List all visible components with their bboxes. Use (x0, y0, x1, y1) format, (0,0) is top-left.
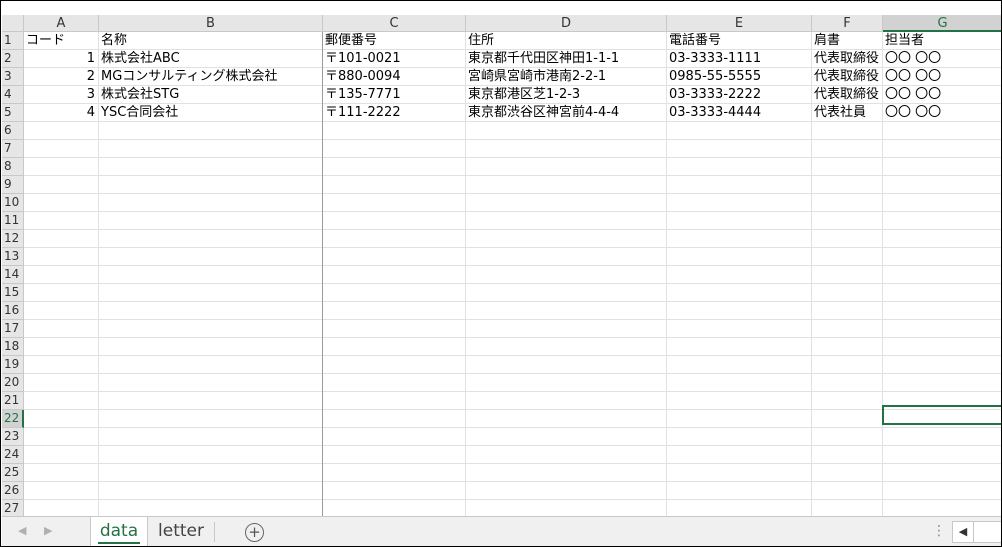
sheet-tab-letter[interactable]: letter (150, 517, 212, 546)
cell-f2[interactable]: 代表取締役 (812, 50, 882, 68)
cell-f5[interactable]: 代表社員 (812, 104, 882, 122)
column-header-e[interactable]: E (667, 15, 812, 32)
cell-d4[interactable]: 東京都港区芝1-2-3 (466, 86, 666, 104)
cell-c4[interactable]: 〒135-7771 (323, 86, 465, 104)
cell-g4[interactable]: 〇〇 〇〇 (883, 86, 1001, 104)
row-header[interactable]: 25 (2, 464, 24, 482)
row-header[interactable]: 15 (2, 284, 24, 302)
cell-d2[interactable]: 東京都千代田区神田1-1-1 (466, 50, 666, 68)
row-header[interactable]: 10 (2, 194, 24, 212)
cell-b4[interactable]: 株式会社STG (99, 86, 322, 104)
row-header[interactable]: 14 (2, 266, 24, 284)
cell-b2[interactable]: 株式会社ABC (99, 50, 322, 68)
cell-f4[interactable]: 代表取締役 (812, 86, 882, 104)
cell-a4[interactable]: 3 (24, 86, 98, 104)
row-header[interactable]: 18 (2, 338, 24, 356)
row-header[interactable]: 6 (2, 122, 24, 140)
row-header[interactable]: 19 (2, 356, 24, 374)
row-header[interactable]: 1 (2, 32, 24, 50)
cell-g3[interactable]: 〇〇 〇〇 (883, 68, 1001, 86)
row-header[interactable]: 13 (2, 248, 24, 266)
column-header-c[interactable]: C (323, 15, 466, 32)
cell-e1[interactable]: 電話番号 (667, 32, 811, 50)
column-header-g[interactable]: G (883, 15, 1001, 32)
row-header[interactable]: 23 (2, 428, 24, 446)
cell-d1[interactable]: 住所 (466, 32, 666, 50)
cell-a2[interactable]: 1 (24, 50, 98, 68)
cell-c1[interactable]: 郵便番号 (323, 32, 465, 50)
cell-b5[interactable]: YSC合同会社 (99, 104, 322, 122)
cell-a1[interactable]: コード (24, 32, 98, 50)
cell-e5[interactable]: 03-3333-4444 (667, 104, 811, 122)
cell-a5[interactable]: 4 (24, 104, 98, 122)
cell-a3[interactable]: 2 (24, 68, 98, 86)
cell-e2[interactable]: 03-3333-1111 (667, 50, 811, 68)
cell-c5[interactable]: 〒111-2222 (323, 104, 465, 122)
active-cell-selection[interactable] (882, 405, 1001, 425)
cell-g2[interactable]: 〇〇 〇〇 (883, 50, 1001, 68)
row-header[interactable]: 2 (2, 50, 24, 68)
cell-e4[interactable]: 03-3333-2222 (667, 86, 811, 104)
cell-g1[interactable]: 担当者 (883, 32, 1001, 50)
row-header-selected[interactable]: 22 (2, 410, 24, 428)
cell-c3[interactable]: 〒880-0094 (323, 68, 465, 86)
row-header[interactable]: 26 (2, 482, 24, 500)
select-all-corner[interactable] (2, 15, 24, 32)
cell-grid[interactable]: コード 名称 郵便番号 住所 電話番号 肩書 担当者 1 株式会社ABC 〒10… (24, 32, 1001, 516)
cell-c2[interactable]: 〒101-0021 (323, 50, 465, 68)
row-header[interactable]: 24 (2, 446, 24, 464)
row-header[interactable]: 4 (2, 86, 24, 104)
column-header-b[interactable]: B (99, 15, 323, 32)
cell-f1[interactable]: 肩書 (812, 32, 882, 50)
cell-d3[interactable]: 宮崎県宮崎市港南2-2-1 (466, 68, 666, 86)
add-sheet-icon[interactable]: + (245, 523, 264, 542)
cell-d5[interactable]: 東京都渋谷区神宮前4-4-4 (466, 104, 666, 122)
row-header[interactable]: 9 (2, 176, 24, 194)
row-header[interactable]: 5 (2, 104, 24, 122)
row-header[interactable]: 11 (2, 212, 24, 230)
row-header[interactable]: 21 (2, 392, 24, 410)
sheet-tab-data-label: data (97, 521, 141, 544)
sheet-tab-bar: ◀ ▶ data letter + ⋮ ◀ (2, 516, 1001, 546)
cell-b1[interactable]: 名称 (99, 32, 322, 50)
row-header[interactable]: 12 (2, 230, 24, 248)
row-header[interactable]: 7 (2, 140, 24, 158)
cell-e3[interactable]: 0985-55-5555 (667, 68, 811, 86)
next-sheet-icon[interactable]: ▶ (44, 524, 52, 537)
column-header-a[interactable]: A (24, 15, 99, 32)
scroll-left-icon[interactable]: ◀ (952, 521, 974, 543)
sheet-tab-data[interactable]: data (90, 517, 148, 546)
spreadsheet-window: A B C D E F G 1 2 3 4 5 6 7 8 9 10 11 12… (0, 0, 1002, 547)
cell-g5[interactable]: 〇〇 〇〇 (883, 104, 1001, 122)
row-header[interactable]: 3 (2, 68, 24, 86)
row-header[interactable]: 17 (2, 320, 24, 338)
row-header[interactable]: 8 (2, 158, 24, 176)
column-header-f[interactable]: F (812, 15, 883, 32)
column-header-d[interactable]: D (466, 15, 667, 32)
tab-split-handle-icon[interactable]: ⋮ (932, 523, 946, 539)
cell-f3[interactable]: 代表取締役 (812, 68, 882, 86)
row-header[interactable]: 16 (2, 302, 24, 320)
horizontal-scrollbar[interactable] (974, 521, 1001, 543)
prev-sheet-icon[interactable]: ◀ (18, 524, 26, 537)
row-header[interactable]: 20 (2, 374, 24, 392)
cell-b3[interactable]: MGコンサルティング株式会社 (99, 68, 322, 86)
